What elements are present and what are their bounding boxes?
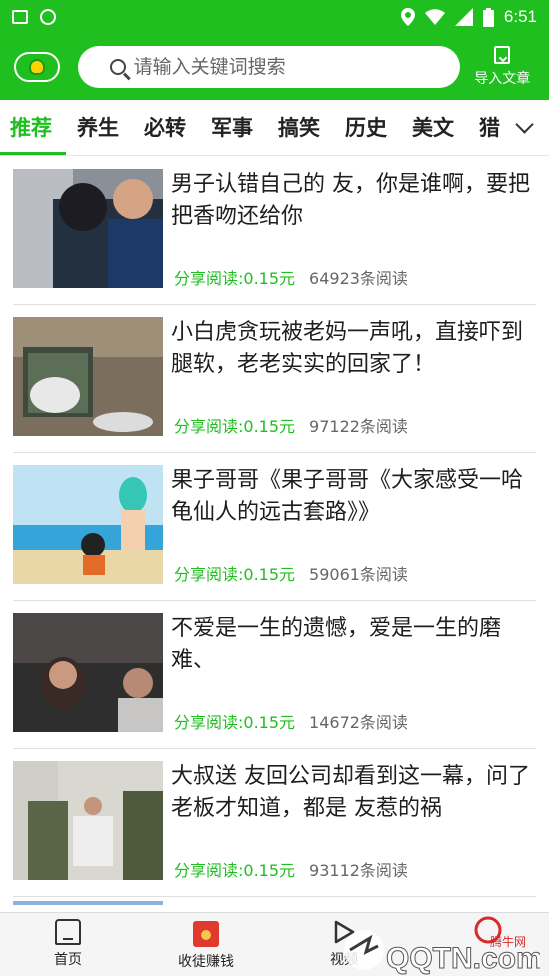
tab-funny[interactable]: 搞笑 [278,112,320,142]
article-title: 果子哥哥《果子哥哥《大家感受一哈龟仙人的远古套路》》 [171,468,524,525]
search-bar[interactable] [77,46,460,88]
tab-hunt[interactable]: 猎 [479,112,500,142]
read-count: 93112条阅读 [309,861,408,880]
article-meta: 分享阅读:0.15元 59061条阅读 [174,561,408,585]
article-title: 男子认错自己的 友，你是谁啊，要把把香吻还给你 [171,172,530,229]
watermark: 腾牛网 QQTN.com [340,916,543,976]
chevron-down-icon[interactable] [509,112,539,142]
next-item-peek [13,897,536,905]
tab-health[interactable]: 养生 [77,112,119,142]
article-thumbnail [13,169,163,288]
article-thumbnail [13,613,163,732]
active-tab-indicator [0,152,66,155]
article-meta: 分享阅读:0.15元 97122条阅读 [174,413,408,437]
tab-history[interactable]: 历史 [345,112,387,142]
share-reward: 分享阅读:0.15元 [174,565,296,584]
article-title: 小白虎贪玩被老妈一声吼，直接吓到腿软，老老实实的回家了！ [171,320,524,377]
article-meta: 分享阅读:0.15元 64923条阅读 [174,265,408,289]
list-item[interactable]: 大叔送 友回公司却看到这一幕，问了老板才知道，都是 友惹的祸 分享阅读:0.15… [13,749,536,897]
location-icon [400,8,415,26]
list-item[interactable]: 小白虎贪玩被老妈一声吼，直接吓到腿软，老老实实的回家了！ 分享阅读:0.15元 9… [13,305,536,453]
red-packet-icon [193,921,219,947]
article-meta: 分享阅读:0.15元 14672条阅读 [174,709,408,733]
leaf-logo-icon [28,59,45,75]
share-reward: 分享阅读:0.15元 [174,713,296,732]
app-header: 导入文章 [0,34,549,100]
list-item[interactable]: 不爱是一生的遗憾，爱是一生的磨难、 分享阅读:0.15元 14672条阅读 [13,601,536,749]
import-icon [494,46,511,64]
wifi-icon [424,9,445,25]
article-thumbnail [13,901,163,905]
app-logo-button[interactable] [14,52,60,82]
tab-prose[interactable]: 美文 [412,112,454,142]
read-count: 97122条阅读 [309,417,408,436]
signal-icon [454,8,473,26]
battery-icon [482,7,494,27]
image-icon [12,10,28,24]
tab-military[interactable]: 军事 [211,112,253,142]
share-reward: 分享阅读:0.15元 [174,861,296,880]
article-title: 不爱是一生的遗憾，爱是一生的磨难、 [171,616,502,673]
share-reward: 分享阅读:0.15元 [174,417,296,436]
status-bar: 6:51 [0,0,549,34]
article-meta: 分享阅读:0.15元 93112条阅读 [174,857,408,881]
read-count: 59061条阅读 [309,565,408,584]
article-thumbnail [13,761,163,880]
category-tabs: 推荐 养生 必转 军事 搞笑 历史 美文 猎 [0,100,549,156]
search-input[interactable] [133,56,434,78]
article-thumbnail [13,317,163,436]
share-reward: 分享阅读:0.15元 [174,269,296,288]
article-feed: 男子认错自己的 友，你是谁啊，要把把香吻还给你 分享阅读:0.15元 64923条… [0,157,549,905]
search-icon [109,59,126,75]
home-icon [55,919,81,945]
import-label: 导入文章 [474,71,531,87]
tab-recommend[interactable]: 推荐 [10,112,52,142]
article-title: 大叔送 友回公司却看到这一幕，问了老板才知道，都是 友惹的祸 [171,764,530,821]
list-item[interactable]: 男子认错自己的 友，你是谁啊，要把把香吻还给你 分享阅读:0.15元 64923条… [13,157,536,305]
watermark-domain: QQTN.com [386,942,540,975]
article-thumbnail [13,465,163,584]
nav-home[interactable]: 首页 [8,919,128,969]
tab-must-share[interactable]: 必转 [144,112,186,142]
read-count: 64923条阅读 [309,269,408,288]
nav-earn-label: 收徒赚钱 [178,954,234,970]
nav-earn[interactable]: 收徒赚钱 [146,921,266,971]
import-article-button[interactable]: 导入文章 [470,46,535,88]
vpn-icon [40,9,56,25]
list-item[interactable]: 果子哥哥《果子哥哥《大家感受一哈龟仙人的远古套路》》 分享阅读:0.15元 590… [13,453,536,601]
nav-home-label: 首页 [54,952,82,968]
read-count: 14672条阅读 [309,713,408,732]
clock: 6:51 [503,7,537,26]
